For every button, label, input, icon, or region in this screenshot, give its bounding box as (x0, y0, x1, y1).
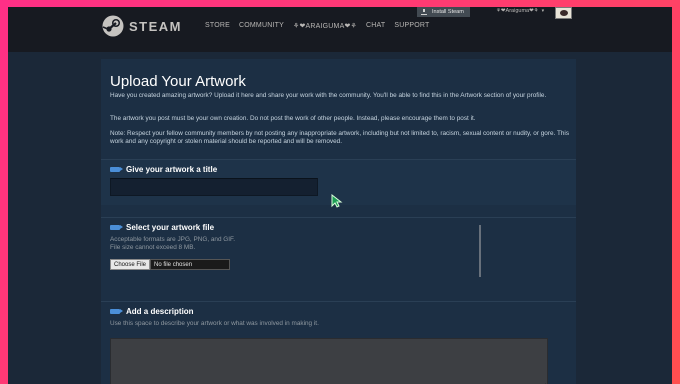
artwork-title-input[interactable] (110, 178, 318, 196)
section-tag-icon (110, 309, 123, 314)
steam-logo[interactable]: STEAM (102, 15, 182, 37)
account-menu[interactable]: ⚘❤Araiguma❤⚘ ▾ (496, 8, 544, 14)
steam-logo-text: STEAM (129, 18, 182, 34)
nav-chat[interactable]: CHAT (366, 22, 385, 30)
file-name-display: No file chosen (150, 259, 231, 270)
global-header: STEAM STORE COMMUNITY ⚘❤ARAIGUMA❤⚘ CHAT … (8, 7, 672, 52)
chevron-down-icon: ▾ (541, 8, 545, 14)
upload-artwork-panel: Upload Your Artwork Have you created ama… (101, 59, 576, 384)
download-icon (421, 9, 427, 15)
file-formats-text: Acceptable formats are JPG, PNG, and GIF… (110, 236, 236, 243)
description-hint: Use this space to describe your artwork … (110, 320, 319, 327)
choose-file-button[interactable]: Choose File (110, 259, 151, 270)
steam-logo-icon (102, 15, 124, 37)
nav-support[interactable]: SUPPORT (394, 22, 429, 30)
page-title: Upload Your Artwork (110, 73, 246, 90)
file-section: Select your artwork file Acceptable form… (101, 217, 576, 291)
file-picker: Choose File No file chosen (110, 259, 231, 270)
description-section-heading: Add a description (110, 307, 194, 316)
file-size-text: File size cannot exceed 8 MB. (110, 244, 196, 251)
rule-text: The artwork you post must be your own cr… (110, 115, 476, 122)
title-section-heading: Give your artwork a title (110, 165, 217, 174)
file-section-heading: Select your artwork file (110, 223, 214, 232)
intro-text: Have you created amazing artwork? Upload… (110, 92, 547, 99)
section-tag-icon (110, 167, 123, 172)
account-name: ⚘❤Araiguma❤⚘ (496, 8, 539, 14)
description-textarea[interactable] (110, 338, 548, 384)
nav-store[interactable]: STORE (205, 22, 230, 30)
main-nav: STORE COMMUNITY ⚘❤ARAIGUMA❤⚘ CHAT SUPPOR… (205, 22, 438, 30)
scrollbar-thumb[interactable] (479, 225, 481, 277)
mouse-cursor-icon (331, 194, 343, 208)
steam-window: STEAM STORE COMMUNITY ⚘❤ARAIGUMA❤⚘ CHAT … (8, 7, 672, 384)
nav-profile[interactable]: ⚘❤ARAIGUMA❤⚘ (293, 22, 357, 30)
install-steam-label: Install Steam (432, 9, 464, 15)
avatar[interactable] (555, 7, 572, 19)
section-tag-icon (110, 225, 123, 230)
install-steam-button[interactable]: Install Steam (417, 7, 470, 17)
nav-community[interactable]: COMMUNITY (239, 22, 284, 30)
note-text: Note: Respect your fellow community memb… (110, 130, 570, 145)
